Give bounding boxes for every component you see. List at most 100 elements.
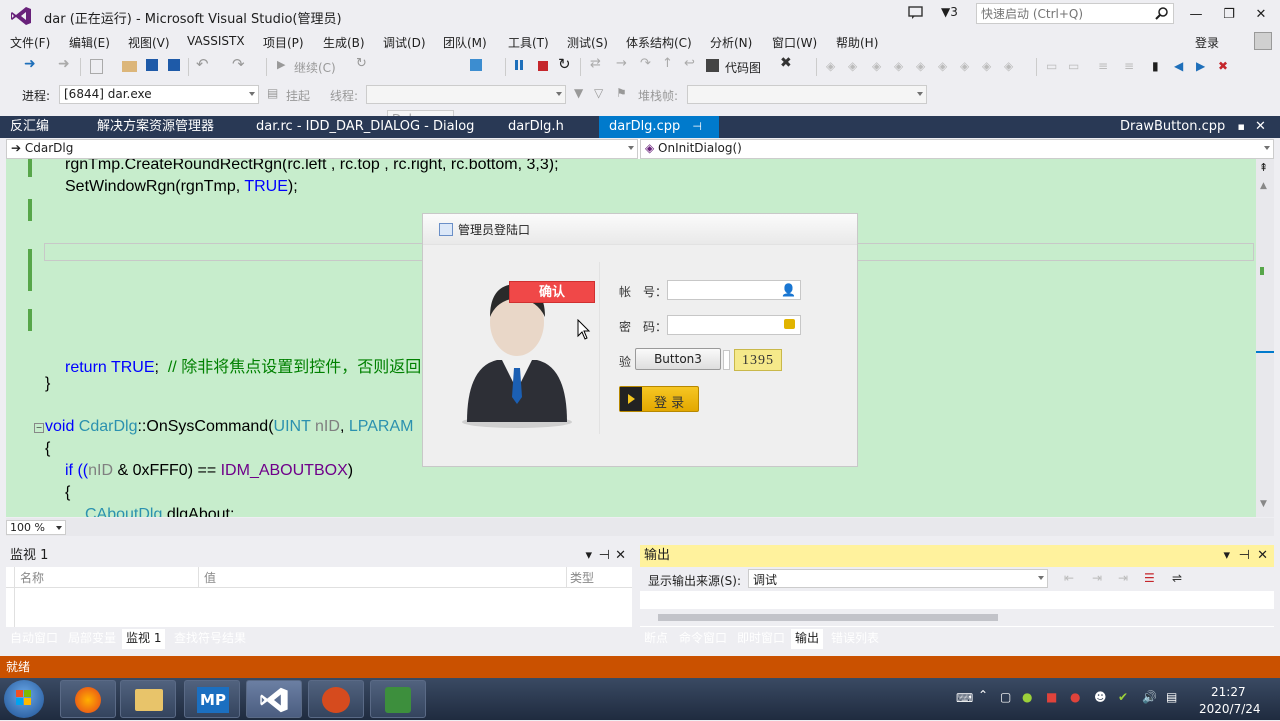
- scroll-down-icon[interactable]: ▼: [1260, 499, 1267, 509]
- col-value[interactable]: 值: [204, 569, 216, 586]
- step-into-icon[interactable]: →: [616, 56, 631, 71]
- goto-next-icon[interactable]: ⇥: [1092, 571, 1102, 585]
- menu-debug[interactable]: 调试(D): [383, 34, 426, 51]
- flag-icon[interactable]: ⚑: [616, 86, 631, 101]
- menu-tools[interactable]: 工具(T): [508, 34, 549, 51]
- save-icon[interactable]: [146, 59, 158, 71]
- notification-icon[interactable]: ▼3: [941, 5, 958, 19]
- align-icon[interactable]: ▭: [1046, 59, 1061, 74]
- collapse-icon[interactable]: −: [34, 423, 44, 433]
- new-project-icon[interactable]: [90, 59, 103, 74]
- disabled-tool-icon[interactable]: ◈: [872, 59, 887, 74]
- clock-time[interactable]: 21:27: [1211, 685, 1246, 699]
- close-button[interactable]: ✕: [1251, 6, 1271, 24]
- save-all-icon[interactable]: [168, 59, 180, 71]
- redo-icon[interactable]: ↷: [232, 55, 247, 73]
- menu-view[interactable]: 视图(V): [128, 34, 170, 51]
- next-bookmark-icon[interactable]: ▶: [1196, 59, 1211, 74]
- editor-vertical-scrollbar[interactable]: ⇞ ▲ ▼: [1256, 159, 1274, 517]
- goto-line-icon[interactable]: ⇥: [1118, 571, 1128, 585]
- tab-solution-explorer[interactable]: 解决方案资源管理器: [87, 116, 224, 138]
- filter-icon[interactable]: ▼: [574, 86, 589, 101]
- member-dropdown[interactable]: ◈ OnInitDialog(): [640, 139, 1274, 159]
- minimize-button[interactable]: —: [1186, 6, 1206, 24]
- tab-command[interactable]: 命令窗口: [675, 629, 731, 649]
- menu-edit[interactable]: 编辑(E): [69, 34, 110, 51]
- tab-dardlg-h[interactable]: darDlg.h: [498, 116, 574, 138]
- col-type[interactable]: 类型: [570, 569, 594, 586]
- back-icon[interactable]: ➜: [24, 56, 39, 72]
- tab-immediate[interactable]: 即时窗口: [733, 629, 789, 649]
- tab-error-list[interactable]: 错误列表: [827, 629, 883, 649]
- tab-locals[interactable]: 局部变量: [64, 629, 120, 649]
- signin-link[interactable]: 登录: [1195, 34, 1219, 51]
- close-icon[interactable]: ✕: [1257, 545, 1268, 567]
- quick-launch-input[interactable]: [977, 4, 1155, 23]
- stop-icon[interactable]: [538, 61, 548, 71]
- menu-architecture[interactable]: 体系结构(C): [626, 34, 692, 51]
- col-name[interactable]: 名称: [20, 569, 44, 586]
- disabled-tool-icon[interactable]: ◈: [1004, 59, 1019, 74]
- step-back-icon[interactable]: ↩: [684, 56, 699, 71]
- editor-horizontal-scrollbar[interactable]: [6, 518, 1274, 536]
- taskbar-mfc[interactable]: [370, 680, 426, 718]
- codemap-label[interactable]: 代码图: [725, 59, 761, 76]
- pin-icon[interactable]: ⊣: [1239, 545, 1250, 567]
- account-avatar[interactable]: [1254, 32, 1272, 50]
- align-icon[interactable]: ▭: [1068, 59, 1083, 74]
- disabled-tool-icon[interactable]: ◈: [894, 59, 909, 74]
- disabled-tool-icon[interactable]: ◈: [938, 59, 953, 74]
- thread-dropdown[interactable]: [366, 85, 566, 104]
- zoom-dropdown[interactable]: 100 %: [6, 520, 66, 535]
- confirm-button[interactable]: 确认: [509, 281, 595, 303]
- keyboard-icon[interactable]: ⌨: [956, 691, 973, 705]
- panel-dropdown-icon[interactable]: ▾: [585, 545, 592, 567]
- output-hscrollbar[interactable]: [640, 609, 1274, 626]
- taskbar-firefox[interactable]: [60, 680, 116, 718]
- qq-icon[interactable]: ☻: [1094, 690, 1107, 704]
- menu-analyze[interactable]: 分析(N): [710, 34, 752, 51]
- close-icon[interactable]: ✕: [615, 545, 626, 567]
- refresh-icon[interactable]: ↻: [356, 56, 371, 71]
- forward-icon[interactable]: ➜: [58, 56, 73, 72]
- login-button[interactable]: 登 录: [619, 386, 699, 412]
- continue-label[interactable]: 继续(C): [294, 59, 336, 76]
- pin-icon[interactable]: ▪: [1237, 120, 1244, 133]
- volume-icon[interactable]: 🔊: [1142, 690, 1157, 704]
- process-dropdown[interactable]: [6844] dar.exe: [59, 85, 259, 104]
- taskbar-mp[interactable]: MP: [184, 680, 240, 718]
- password-input[interactable]: [667, 315, 801, 335]
- tab-find-symbol[interactable]: 查找符号结果: [170, 629, 250, 649]
- exceptions-icon[interactable]: ✖: [780, 55, 795, 71]
- class-dropdown[interactable]: ➔ CdarDlg: [6, 139, 638, 159]
- pin-icon[interactable]: ⊣: [599, 545, 610, 567]
- step-over-icon[interactable]: ↷: [640, 56, 655, 71]
- tray-expand-icon[interactable]: ⌃: [978, 688, 988, 702]
- clock-date[interactable]: 2020/7/24: [1199, 702, 1261, 716]
- pin-icon[interactable]: ⊣: [692, 120, 702, 133]
- menu-project[interactable]: 项目(P): [263, 34, 304, 51]
- scroll-up-icon[interactable]: ▲: [1260, 181, 1267, 191]
- scroll-thumb[interactable]: [658, 614, 998, 621]
- panel-dropdown-icon[interactable]: ▾: [1223, 545, 1230, 567]
- menu-help[interactable]: 帮助(H): [836, 34, 878, 51]
- restart-icon[interactable]: ↻: [558, 55, 573, 73]
- suspend-icon[interactable]: ▤: [267, 86, 282, 101]
- show-next-statement-icon[interactable]: ⇄: [590, 56, 605, 71]
- disabled-tool-icon[interactable]: ◈: [982, 59, 997, 74]
- uncomment-icon[interactable]: ≡: [1124, 59, 1139, 74]
- step-out-icon[interactable]: ↑: [662, 56, 677, 71]
- tab-drawbutton-cpp[interactable]: DrawButton.cpp ▪ ✕ ▾: [1110, 116, 1280, 155]
- clear-all-icon[interactable]: ☰: [1144, 571, 1155, 585]
- show-desktop-icon[interactable]: ▢: [1000, 690, 1011, 704]
- tab-dardlg-cpp[interactable]: darDlg.cpp ⊣ ✕: [599, 116, 719, 155]
- continue-icon[interactable]: ▶: [277, 58, 292, 73]
- account-input[interactable]: 👤: [667, 280, 801, 300]
- split-icon[interactable]: ⇞: [1259, 161, 1268, 174]
- disabled-tool-icon[interactable]: ◈: [826, 59, 841, 74]
- comment-icon[interactable]: ≡: [1098, 59, 1113, 74]
- menu-file[interactable]: 文件(F): [10, 34, 50, 51]
- bookmark-icon[interactable]: ▮: [1152, 59, 1167, 74]
- verify-code-input[interactable]: [723, 350, 730, 370]
- tab-breakpoints[interactable]: 断点: [640, 629, 672, 649]
